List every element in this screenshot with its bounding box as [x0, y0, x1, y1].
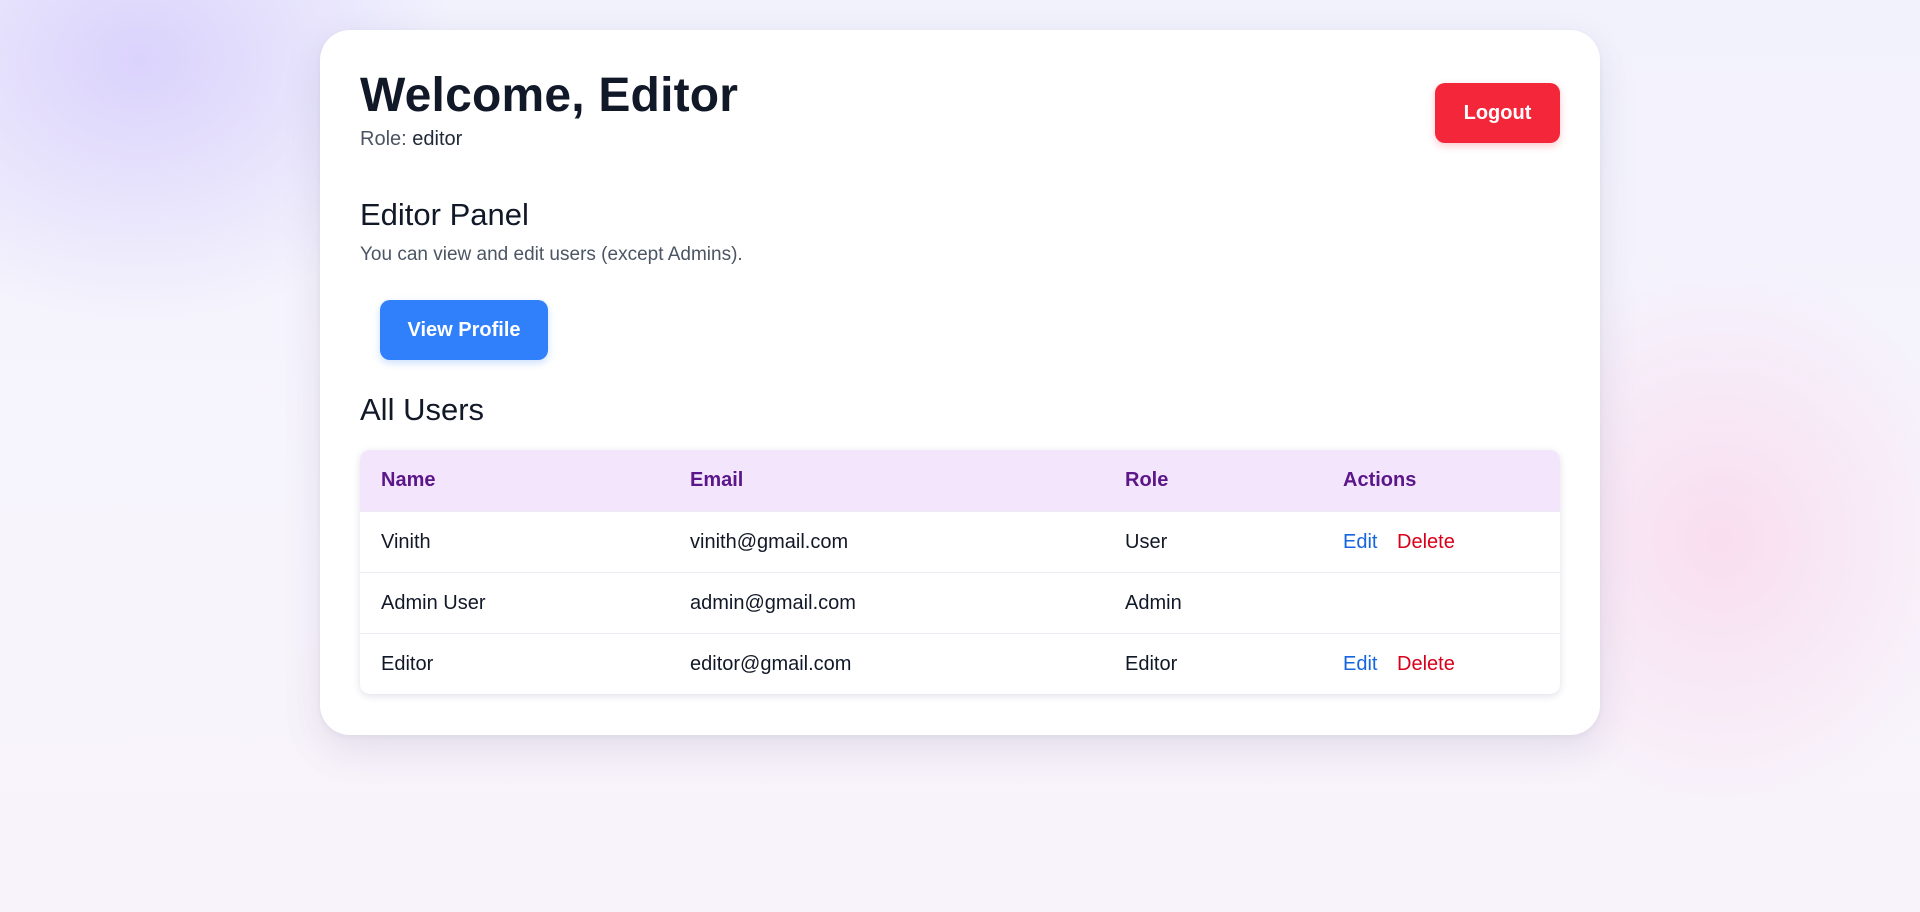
users-table: Name Email Role Actions Vinith vinith@gm… [360, 450, 1560, 694]
cell-role: Admin [1104, 572, 1322, 634]
view-profile-button[interactable]: View Profile [380, 300, 548, 360]
dashboard-card: Welcome, Editor Role: editor Logout Edit… [320, 30, 1600, 735]
cell-actions [1322, 572, 1560, 634]
role-line: Role: editor [360, 128, 462, 151]
panel-description: You can view and edit users (except Admi… [360, 244, 743, 265]
edit-link[interactable]: Edit [1343, 531, 1377, 553]
users-section-title: All Users [360, 392, 485, 427]
cell-name: Admin User [360, 572, 669, 634]
cell-email: editor@gmail.com [669, 633, 1104, 694]
cell-name: Vinith [360, 511, 669, 573]
role-value: editor [412, 128, 463, 150]
cell-email: admin@gmail.com [669, 572, 1104, 634]
delete-link[interactable]: Delete [1397, 531, 1455, 553]
table-row: Admin User admin@gmail.com Admin [360, 572, 1560, 634]
column-header-name: Name [360, 450, 669, 512]
edit-link[interactable]: Edit [1343, 653, 1377, 675]
cell-role: User [1104, 511, 1322, 573]
cell-role: Editor [1104, 633, 1322, 694]
welcome-heading: Welcome, Editor [360, 69, 739, 122]
role-label: Role: [360, 128, 407, 150]
logout-button[interactable]: Logout [1435, 83, 1560, 143]
cell-actions: Edit Delete [1322, 633, 1560, 694]
table-row: Vinith vinith@gmail.com User Edit Delete [360, 511, 1560, 573]
column-header-email: Email [669, 450, 1104, 512]
cell-email: vinith@gmail.com [669, 511, 1104, 573]
panel-title: Editor Panel [360, 197, 529, 232]
cell-actions: Edit Delete [1322, 511, 1560, 573]
table-header-row: Name Email Role Actions [360, 450, 1560, 512]
column-header-actions: Actions [1322, 450, 1560, 512]
column-header-role: Role [1104, 450, 1322, 512]
delete-link[interactable]: Delete [1397, 653, 1455, 675]
table-row: Editor editor@gmail.com Editor Edit Dele… [360, 633, 1560, 694]
cell-name: Editor [360, 633, 669, 694]
